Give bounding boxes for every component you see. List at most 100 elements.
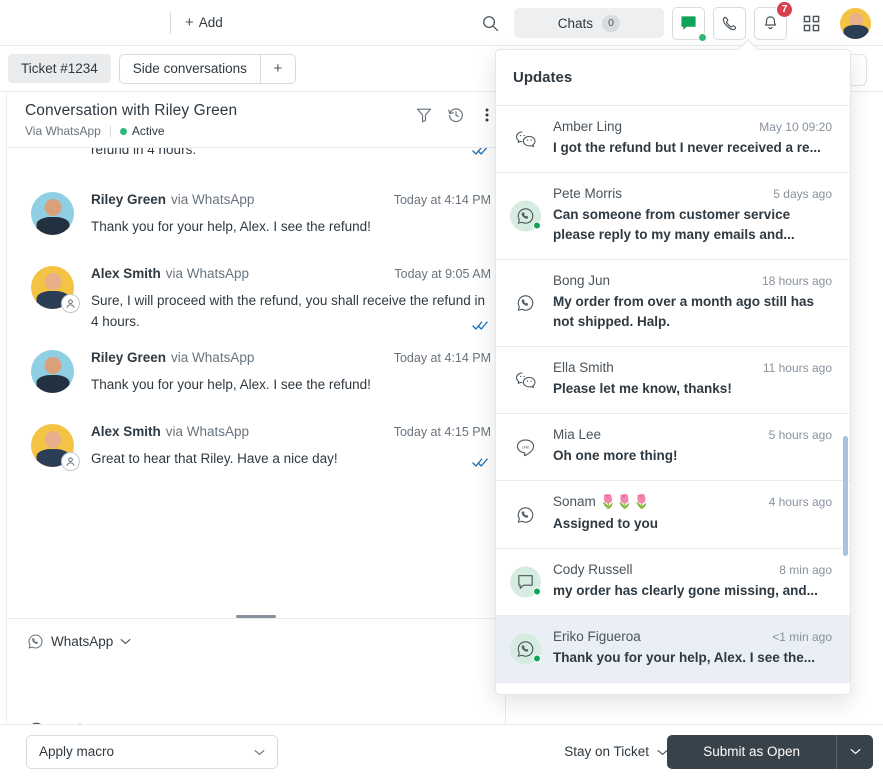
submit-as-open-label: Submit as Open [703, 744, 800, 759]
top-bar-right: Chats 0 7 [476, 0, 883, 46]
add-button[interactable]: + Add [185, 15, 223, 30]
add-side-conversation-button[interactable]: + [261, 55, 295, 83]
message-header: Riley Green via WhatsApp Today at 4:14 P… [91, 192, 491, 207]
chats-count-badge: 0 [602, 14, 620, 32]
list-item-message: my order has clearly gone missing, and..… [553, 583, 818, 598]
tab-side-conversations-label: Side conversations [132, 61, 247, 76]
list-item-name: Sonam 🌷🌷🌷 [553, 494, 650, 509]
chevron-down-icon [254, 744, 265, 759]
phone-icon[interactable] [713, 6, 746, 40]
active-status-dot [119, 127, 127, 135]
message-bubble-icon [510, 566, 541, 598]
stay-on-ticket-label: Stay on Ticket [564, 744, 649, 759]
list-item[interactable]: Amber Ling May 10 09:20 I got the refund… [496, 106, 850, 173]
add-button-label: Add [198, 15, 223, 30]
whatsapp-icon [510, 200, 541, 232]
list-item[interactable]: Bong Jun 18 hours ago My order from over… [496, 260, 850, 347]
message-header: Alex Smith via WhatsApp Today at 4:15 PM [91, 424, 491, 439]
message-channel: via WhatsApp [171, 350, 255, 365]
submit-as-open-button[interactable]: Submit as Open [667, 734, 836, 769]
updates-popover: Updates Amber Ling May 10 09:20 I got th… [495, 49, 851, 695]
message-timestamp: Today at 4:15 PM [393, 425, 491, 439]
message-body: Sure, I will proceed with the refund, yo… [91, 293, 485, 329]
composer-channel-selector[interactable]: WhatsApp [7, 619, 505, 650]
whatsapp-icon [510, 499, 541, 530]
list-item-header: Sonam 🌷🌷🌷 4 hours ago [553, 494, 832, 510]
list-item-header: Cody Russell 8 min ago [553, 562, 832, 577]
conversation-actions [415, 106, 495, 124]
message-item: Riley Green via WhatsApp Today at 4:14 P… [25, 174, 491, 248]
whatsapp-icon [510, 288, 541, 319]
message-author: Riley Green [91, 192, 167, 207]
tab-side-conversations[interactable]: Side conversations [120, 55, 260, 83]
list-item-time: 4 hours ago [768, 495, 832, 509]
unread-status-dot [533, 587, 541, 596]
filter-icon[interactable] [415, 106, 433, 124]
list-item-time: 5 hours ago [768, 428, 832, 442]
wechat-icon [510, 365, 541, 396]
list-item[interactable]: LINE Mia Lee 5 hours ago Oh one more thi… [496, 414, 850, 481]
top-bar-left: + Add [0, 0, 223, 45]
message-truncated-text: refund in 4 hours. [91, 148, 197, 157]
updates-scrollbar[interactable] [843, 106, 848, 694]
message-author: Riley Green [91, 350, 167, 365]
top-bar: + Add Chats 0 7 [0, 0, 883, 46]
list-item-header: Amber Ling May 10 09:20 [553, 119, 832, 134]
message-channel: via WhatsApp [165, 266, 250, 281]
composer-channel-label: WhatsApp [51, 634, 114, 649]
message-timestamp: Today at 9:05 AM [394, 267, 491, 281]
list-item[interactable]: Sonam 🌷🌷🌷 4 hours ago Assigned to you [496, 481, 850, 549]
list-item[interactable]: Ella Smith 11 hours ago Please let me kn… [496, 347, 850, 414]
updates-scrollbar-thumb[interactable] [843, 436, 848, 556]
message-body: Thank you for your help, Alex. I see the… [91, 377, 371, 392]
online-status-dot [698, 32, 707, 42]
stay-on-ticket-select[interactable]: Stay on Ticket [564, 744, 668, 759]
message-item: Alex Smith via WhatsApp Today at 9:05 AM… [25, 248, 491, 332]
message-item: Alex Smith via WhatsApp Today at 4:15 PM… [25, 406, 491, 480]
message-list[interactable]: refund in 4 hours. Riley Green via Whats… [7, 148, 505, 618]
updates-title: Updates [496, 50, 850, 106]
avatar [31, 350, 74, 393]
conversation-channel-label: Via WhatsApp [25, 124, 101, 138]
wechat-icon [510, 124, 541, 155]
message-header: Alex Smith via WhatsApp Today at 9:05 AM [91, 266, 491, 281]
status-badge-label: Active [131, 124, 165, 138]
message-timestamp: Today at 4:14 PM [393, 193, 491, 207]
search-icon[interactable] [476, 8, 506, 38]
message-body: Great to hear that Riley. Have a nice da… [91, 451, 338, 466]
apply-macro-label: Apply macro [39, 744, 115, 759]
list-item-time: May 10 09:20 [759, 120, 832, 134]
list-item-time: 8 min ago [779, 563, 832, 577]
list-item-name: Cody Russell [553, 562, 633, 577]
message-truncated-top: refund in 4 hours. [25, 148, 491, 174]
chats-filter-pill[interactable]: Chats 0 [513, 8, 664, 38]
list-item-message: My order from over a month ago still has… [553, 294, 815, 329]
submit-options-chevron-down-icon[interactable] [837, 734, 873, 769]
avatar [31, 192, 74, 235]
list-item[interactable]: Cody Russell 8 min ago my order has clea… [496, 549, 850, 616]
list-item-message: Assigned to you [553, 516, 659, 531]
delivered-ticks-icon [472, 455, 489, 473]
list-item-message: Can someone from customer service please… [553, 207, 795, 242]
bell-icon[interactable]: 7 [754, 0, 793, 40]
list-item-time: 18 hours ago [761, 274, 832, 288]
list-item-time: 5 days ago [773, 187, 832, 201]
more-vertical-icon[interactable] [479, 106, 495, 124]
history-clock-icon[interactable] [447, 106, 465, 124]
chats-label: Chats [557, 15, 593, 31]
apply-macro-select[interactable]: Apply macro [26, 734, 278, 769]
plus-icon: + [273, 60, 283, 77]
message-author: Alex Smith [91, 266, 161, 281]
message-body: Thank you for your help, Alex. I see the… [91, 219, 371, 234]
chat-bubble-icon[interactable] [672, 6, 707, 42]
grid-apps-icon[interactable] [795, 6, 828, 40]
updates-list[interactable]: Amber Ling May 10 09:20 I got the refund… [496, 106, 850, 694]
conversation-subtitle: Via WhatsApp Active [25, 124, 491, 138]
list-item[interactable]: Eriko Figueroa <1 min ago Thank you for … [496, 616, 850, 683]
list-item[interactable]: Pete Morris 5 days ago Can someone from … [496, 173, 850, 260]
subtitle-divider [109, 125, 111, 137]
user-avatar[interactable] [840, 7, 871, 39]
svg-text:LINE: LINE [522, 445, 530, 449]
tab-ticket-1234[interactable]: Ticket #1234 [8, 54, 111, 83]
bottom-action-bar: Apply macro Stay on Ticket Submit as Ope… [0, 724, 883, 778]
